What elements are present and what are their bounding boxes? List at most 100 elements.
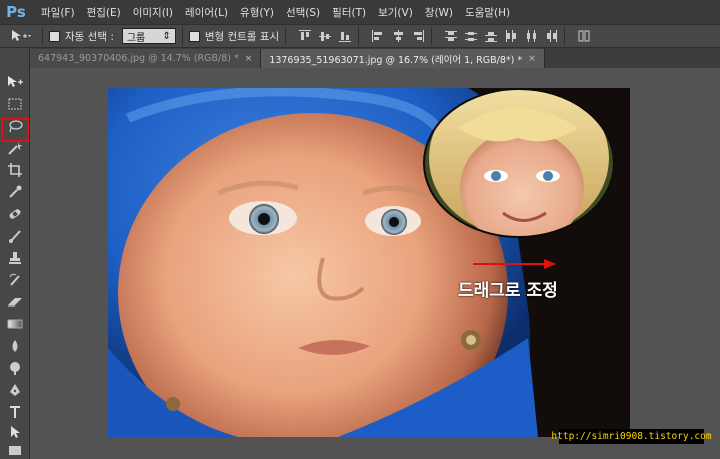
distribute-right-button[interactable]	[544, 29, 558, 43]
auto-select-label: 자동 선택 :	[65, 30, 114, 43]
menu-type[interactable]: 유형(Y)	[240, 5, 274, 20]
eyedropper-tool-icon	[9, 185, 22, 198]
eyedropper-tool-button[interactable]	[3, 182, 27, 202]
align-top-icon	[299, 30, 312, 40]
path-selection-tool-button[interactable]	[3, 422, 27, 442]
separator	[181, 27, 183, 45]
path-selection-tool-icon	[11, 426, 20, 438]
distribute-bottom-icon	[485, 32, 498, 42]
align-bottom-edges-button[interactable]	[338, 29, 352, 43]
auto-select-dropdown[interactable]: 그룹 ⇕	[121, 28, 176, 44]
distribute-left-button[interactable]	[504, 29, 518, 43]
distribute-hcenter-button[interactable]	[524, 29, 538, 43]
tab-label: 1376935_51963071.jpg @ 16.7% (레이어 1, RGB…	[269, 54, 523, 66]
align-top-edges-button[interactable]	[298, 29, 312, 43]
options-bar: 자동 선택 : 그룹 ⇕ 변형 컨트롤 표시	[0, 24, 720, 48]
menu-image[interactable]: 이미지(I)	[133, 5, 173, 20]
blur-tool-button[interactable]	[3, 336, 27, 356]
close-icon[interactable]: ×	[245, 54, 253, 64]
clone-stamp-tool-icon	[9, 252, 21, 264]
align-right-icon	[414, 30, 425, 42]
pen-tool-button[interactable]	[3, 380, 27, 400]
distribute-bottom-button[interactable]	[484, 29, 498, 43]
crop-tool-icon	[8, 163, 22, 177]
photoshop-logo: Ps	[6, 3, 26, 21]
distribute-vcenter-icon	[465, 32, 478, 41]
healing-brush-tool-button[interactable]	[3, 204, 27, 224]
magic-wand-tool-button[interactable]	[3, 138, 27, 158]
menu-view[interactable]: 보기(V)	[378, 5, 413, 20]
transform-controls-label: 변형 컨트롤 표시	[204, 30, 280, 43]
history-brush-tool-button[interactable]	[3, 270, 27, 290]
menu-bar: Ps 파일(F) 편집(E) 이미지(I) 레이어(L) 유형(Y) 선택(S)…	[0, 0, 720, 24]
align-horizontal-centers-button[interactable]	[391, 29, 405, 43]
history-brush-tool-icon	[9, 273, 20, 286]
transform-controls-checkbox[interactable]	[188, 30, 200, 42]
clone-stamp-tool-button[interactable]	[3, 248, 27, 268]
separator	[42, 27, 43, 45]
eraser-tool-icon	[8, 298, 22, 307]
eraser-tool-button[interactable]	[3, 292, 27, 312]
separator	[285, 27, 287, 45]
rectangle-tool-icon	[9, 446, 21, 455]
align-hcenter-icon	[394, 30, 404, 42]
auto-select-value: 그룹	[126, 32, 146, 44]
distribute-right-icon	[547, 30, 558, 42]
rectangle-tool-button[interactable]	[3, 440, 27, 459]
separator	[564, 27, 566, 45]
marquee-tool-icon	[8, 98, 22, 110]
brush-tool-icon	[9, 230, 21, 243]
tools-panel	[0, 48, 30, 459]
menu-help[interactable]: 도움말(H)	[465, 5, 510, 20]
tab-document-2[interactable]: 1376935_51963071.jpg @ 16.7% (레이어 1, RGB…	[261, 49, 545, 68]
tool-preset-picker[interactable]	[6, 26, 36, 46]
menu-layer[interactable]: 레이어(L)	[185, 5, 228, 20]
move-tool-icon	[12, 30, 31, 41]
align-left-icon	[372, 30, 383, 42]
marquee-tool-button[interactable]	[3, 94, 27, 114]
auto-align-icon	[578, 30, 590, 42]
baby-photo-image	[108, 88, 630, 437]
blur-tool-icon	[12, 340, 18, 352]
gradient-tool-button[interactable]	[3, 314, 27, 334]
menu-select[interactable]: 선택(S)	[286, 5, 320, 20]
brush-tool-button[interactable]	[3, 226, 27, 246]
align-vcenter-icon	[319, 32, 332, 41]
document-tab-bar: 647943_90370406.jpg @ 14.7% (RGB/8) * × …	[30, 48, 720, 68]
lasso-tool-icon	[9, 120, 23, 133]
distribute-vcenter-button[interactable]	[464, 29, 478, 43]
menu-window[interactable]: 창(W)	[425, 5, 453, 20]
type-tool-icon	[10, 406, 20, 418]
lasso-tool-button[interactable]	[3, 116, 27, 136]
auto-align-layers-button[interactable]	[577, 29, 591, 43]
distribute-top-button[interactable]	[444, 29, 458, 43]
dodge-tool-button[interactable]	[3, 358, 27, 378]
gradient-tool-icon	[7, 319, 23, 329]
tab-document-1[interactable]: 647943_90370406.jpg @ 14.7% (RGB/8) * ×	[30, 49, 262, 68]
distribute-hcenter-icon	[527, 30, 537, 42]
healing-brush-tool-icon	[9, 209, 21, 219]
drag-to-adjust-label: 드래그로 조정	[458, 281, 558, 301]
distribute-top-icon	[445, 31, 458, 41]
separator	[431, 27, 433, 45]
crop-tool-button[interactable]	[3, 160, 27, 180]
move-tool-button[interactable]	[3, 72, 27, 92]
menu-filter[interactable]: 필터(T)	[332, 5, 366, 20]
auto-select-checkbox[interactable]	[49, 30, 60, 42]
dropdown-arrows-icon: ⇕	[162, 30, 171, 42]
menu-edit[interactable]: 편집(E)	[87, 5, 121, 20]
align-bottom-icon	[339, 32, 352, 42]
menu-file[interactable]: 파일(F)	[41, 5, 75, 20]
magic-wand-tool-icon	[8, 142, 22, 155]
watermark-url: http://simri0908.tistory.com	[551, 429, 712, 444]
close-icon[interactable]: ×	[528, 54, 536, 64]
separator	[358, 27, 360, 45]
align-vertical-centers-button[interactable]	[318, 29, 332, 43]
dodge-tool-icon	[10, 362, 20, 375]
align-right-edges-button[interactable]	[411, 29, 425, 43]
document-canvas[interactable]	[108, 88, 630, 437]
distribute-left-icon	[506, 30, 517, 42]
align-left-edges-button[interactable]	[371, 29, 385, 43]
type-tool-button[interactable]	[3, 402, 27, 422]
move-tool-icon	[8, 76, 23, 87]
